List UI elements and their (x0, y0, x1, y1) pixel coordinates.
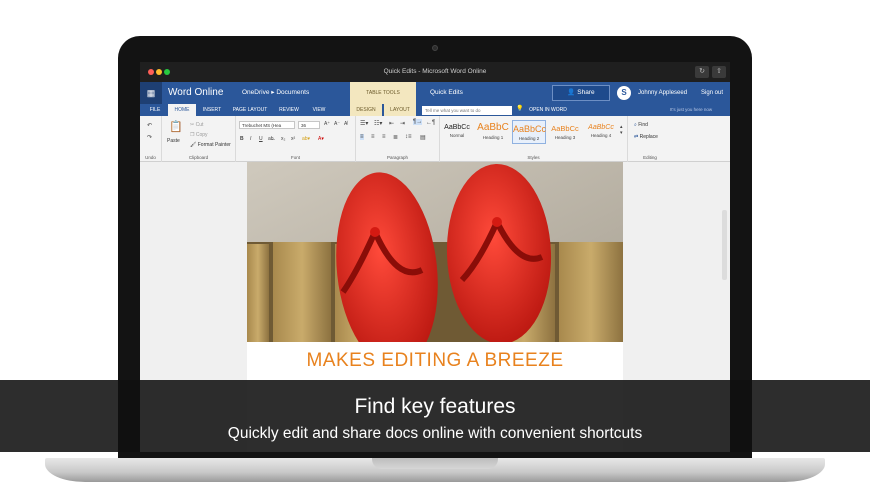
subscript-icon[interactable]: x₂ (281, 136, 285, 142)
bold-icon[interactable]: B (240, 136, 244, 142)
zoom-window-button[interactable] (164, 69, 170, 75)
app-header: ▦ Word Online OneDrive ▸ Documents TABLE… (140, 82, 730, 104)
tab-view[interactable]: VIEW (306, 104, 332, 116)
style-heading-4[interactable]: AaBbCc Heading 4 (584, 120, 618, 144)
editing-group-label: Editing (643, 155, 657, 160)
styles-group-label: Styles (527, 155, 540, 160)
align-right-icon[interactable]: ≡ (382, 134, 386, 140)
skype-icon[interactable]: S (617, 86, 631, 100)
font-family-select[interactable]: Trebuchet MS (Hea (239, 121, 295, 129)
ltr-icon[interactable]: ¶→ (413, 119, 423, 125)
caption-banner: Find key features Quickly edit and share… (0, 380, 870, 452)
copy-button[interactable]: ❐ Copy (190, 132, 208, 138)
collaboration-status: It's just you here now (670, 107, 713, 112)
justify-icon[interactable]: ≣ (393, 134, 398, 141)
align-center-icon[interactable]: ≡ (371, 134, 375, 140)
lightbulb-icon: 💡 (516, 106, 524, 112)
tab-file[interactable]: FILE (144, 104, 166, 116)
highlight-icon[interactable]: ab▾ (302, 136, 310, 142)
share-label: Share (577, 89, 595, 96)
increase-indent-icon[interactable]: ⇥ (400, 120, 405, 127)
styles-group: AaBbCc Normal AaBbC Heading 1 AaBbCc Hea… (440, 116, 628, 162)
tell-me-input[interactable]: Tell me what you want to do (422, 106, 512, 115)
font-group-label: Font (290, 155, 300, 160)
share-button[interactable]: 👤 Share (552, 85, 610, 101)
numbering-icon[interactable]: ☷▾ (374, 120, 382, 127)
tab-page-layout[interactable]: PAGE LAYOUT (228, 104, 272, 116)
paragraph-group-label: Paragraph (386, 155, 408, 160)
align-left-icon[interactable]: ≡ (360, 134, 364, 140)
shrink-font-icon[interactable]: A⁻ (334, 121, 340, 127)
vertical-scrollbar[interactable] (722, 210, 727, 280)
shading-icon[interactable]: ▤ (420, 134, 426, 141)
rtl-icon[interactable]: ←¶ (426, 120, 435, 126)
undo-group: ↶ ↷ Undo (140, 116, 162, 162)
underline-icon[interactable]: U (259, 136, 263, 142)
flip-flops-photo[interactable] (247, 162, 623, 342)
document-heading[interactable]: MAKES EDITING A BREEZE (247, 350, 623, 372)
style-heading-1[interactable]: AaBbC Heading 1 (476, 120, 510, 144)
superscript-icon[interactable]: x² (291, 136, 295, 142)
undo-icon[interactable]: ↶ (147, 122, 152, 129)
tab-review[interactable]: REVIEW (274, 104, 304, 116)
close-window-button[interactable] (148, 69, 154, 75)
decrease-indent-icon[interactable]: ⇤ (389, 120, 394, 127)
clear-format-icon[interactable]: A̸ (344, 121, 347, 127)
tab-home[interactable]: HOME (168, 104, 196, 116)
laptop-notch (372, 458, 498, 469)
window-titlebar: Quick Edits - Microsoft Word Online ↻ ⇧ (140, 62, 730, 82)
tab-design[interactable]: DESIGN (350, 104, 382, 116)
style-normal[interactable]: AaBbCc Normal (440, 120, 474, 144)
open-in-word-button[interactable]: OPEN IN WORD (524, 104, 572, 116)
banner-subtitle: Quickly edit and share docs online with … (227, 425, 643, 442)
italic-icon[interactable]: I (250, 136, 251, 142)
replace-button[interactable]: ⇄ Replace (634, 134, 658, 140)
document-title[interactable]: Quick Edits (430, 82, 463, 104)
banner-title: Find key features (354, 395, 516, 418)
paste-button[interactable]: Paste (167, 138, 180, 144)
brush-icon: 🖌 (190, 142, 198, 148)
paste-icon[interactable]: 📋 (169, 120, 183, 133)
grow-font-icon[interactable]: A⁺ (324, 121, 330, 127)
line-spacing-icon[interactable]: ↕≡ (405, 134, 412, 140)
styles-scroll-icon[interactable]: ▴ ▾ (620, 124, 623, 136)
breadcrumb[interactable]: OneDrive ▸ Documents (242, 82, 309, 104)
minimize-window-button[interactable] (156, 69, 162, 75)
find-button[interactable]: ⌕ Find (634, 122, 648, 128)
ribbon: ↶ ↷ Undo 📋 Paste ✂ Cut ❐ Copy 🖌 Format P… (140, 116, 730, 162)
redo-icon[interactable]: ↷ (147, 134, 152, 141)
tab-insert[interactable]: INSERT (198, 104, 226, 116)
bullets-icon[interactable]: ☰▾ (360, 120, 368, 127)
font-size-select[interactable]: 36 (298, 121, 320, 129)
sign-out-link[interactable]: Sign out (701, 82, 723, 104)
app-name[interactable]: Word Online (168, 82, 223, 104)
user-icon: 👤 (567, 89, 578, 96)
format-painter-button[interactable]: 🖌 Format Painter (190, 142, 231, 148)
editing-group: ⌕ Find ⇄ Replace Editing (628, 116, 672, 162)
strikethrough-icon[interactable]: ab̶ (268, 136, 274, 142)
cut-button[interactable]: ✂ Cut (190, 122, 203, 128)
share-sheet-icon[interactable]: ⇧ (712, 66, 726, 78)
undo-group-label: Undo (145, 155, 156, 160)
font-group: Trebuchet MS (Hea 36 A⁺ A⁻ A̸ B I U ab̶ … (236, 116, 356, 162)
style-heading-3[interactable]: AaBbCc Heading 3 (548, 120, 582, 144)
clipboard-group-label: Clipboard (188, 155, 209, 160)
camera-icon (432, 45, 438, 51)
refresh-icon[interactable]: ↻ (695, 66, 709, 78)
tab-layout[interactable]: LAYOUT (384, 104, 416, 116)
font-color-icon[interactable]: A▾ (318, 136, 324, 142)
contextual-tab-label: TABLE TOOLS (350, 82, 416, 104)
style-heading-2[interactable]: AaBbCc Heading 2 (512, 120, 546, 144)
paragraph-group: ☰▾ ☷▾ ⇤ ⇥ ¶→ ←¶ ≡ ≡ ≡ ≣ ↕≡ ▤ Paragraph (356, 116, 440, 162)
ribbon-tabs: FILE HOME INSERT PAGE LAYOUT REVIEW VIEW… (140, 104, 730, 116)
window-title: Quick Edits - Microsoft Word Online (383, 68, 487, 75)
user-name[interactable]: Johnny Appleseed (638, 82, 687, 104)
clipboard-group: 📋 Paste ✂ Cut ❐ Copy 🖌 Format Painter Cl… (162, 116, 236, 162)
app-launcher-icon[interactable]: ▦ (140, 82, 162, 104)
